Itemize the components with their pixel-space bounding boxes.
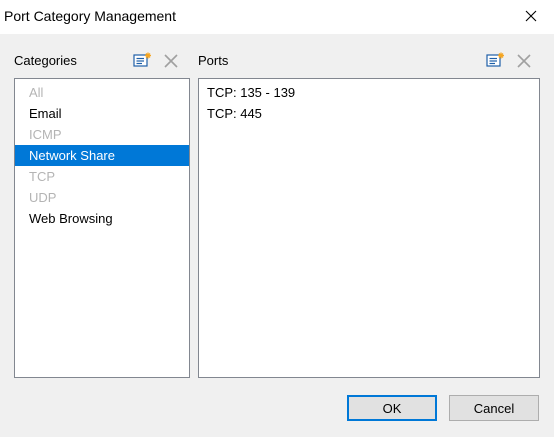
ok-button[interactable]: OK [347,395,437,421]
category-item[interactable]: Email [15,103,189,124]
category-item[interactable]: Web Browsing [15,208,189,229]
port-item[interactable]: TCP: 135 - 139 [199,82,539,103]
new-item-icon[interactable] [133,52,153,68]
new-item-icon[interactable] [486,52,506,68]
close-button[interactable] [508,0,554,32]
categories-list[interactable]: All Email ICMP Network Share TCP UDP Web Brows… [14,78,190,378]
category-item: UDP [29,190,57,205]
port-item[interactable]: TCP: 445 [199,103,539,124]
title-bar: Port Category Management [0,0,554,34]
delete-icon[interactable] [516,53,532,69]
delete-icon[interactable] [163,53,179,69]
cancel-button[interactable]: Cancel [449,395,539,421]
close-icon [525,10,537,22]
window-title: Port Category Management [4,8,176,24]
category-item[interactable]: Network Share [15,145,189,166]
categories-header-label: Categories [14,52,77,68]
category-item: TCP [29,169,55,184]
ports-list[interactable]: TCP: 135 - 139 TCP: 445 [198,78,540,378]
category-item: ICMP [29,127,62,142]
ports-header-label: Ports [198,52,229,68]
category-item: All [29,85,44,100]
